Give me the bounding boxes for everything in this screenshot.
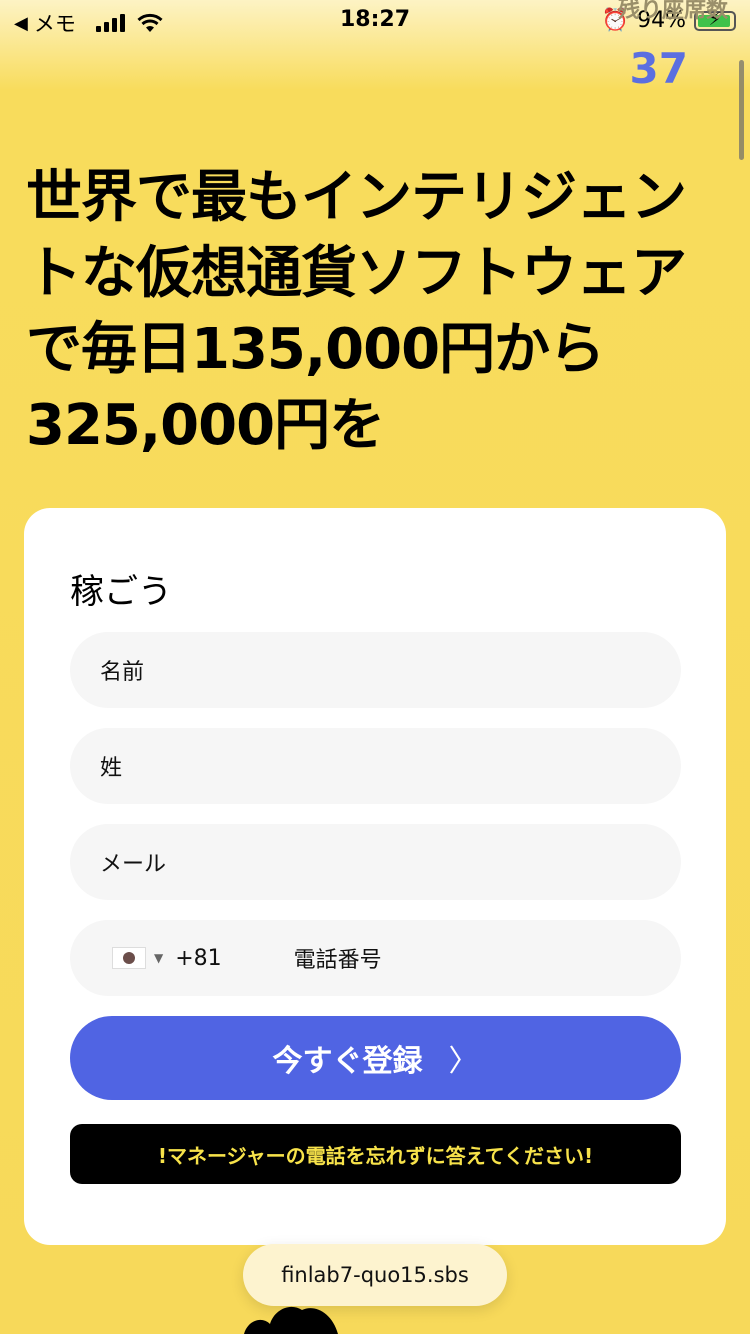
last-name-placeholder: 姓 [100, 756, 123, 781]
remaining-seats-count: 37 [629, 44, 688, 93]
url-text: finlab7-quo15.sbs [281, 1263, 469, 1287]
headline: 世界で最もインテリジェントな仮想通貨ソフトウェアで毎日135,000円から325… [26, 165, 687, 458]
country-dropdown-caret-icon[interactable]: ▼ [154, 951, 163, 965]
register-now-button[interactable]: 今すぐ登録 〉 [70, 1016, 681, 1100]
register-button-label: 今すぐ登録 [272, 1044, 423, 1079]
phone-placeholder: 電話番号 [293, 948, 382, 973]
last-name-input[interactable]: 姓 [70, 728, 681, 804]
remaining-seats-label: 残り座席数 [617, 0, 728, 23]
japan-flag-icon[interactable] [112, 947, 146, 969]
signup-card: 稼ごう 名前 姓 メール ▼ +81 電話番号 今すぐ登録 〉 !マネージャーの… [24, 508, 726, 1245]
chevron-right-icon: 〉 [448, 1044, 479, 1079]
phone-input[interactable]: ▼ +81 電話番号 [70, 920, 681, 996]
decorative-blob-icon [244, 1306, 338, 1334]
form-title: 稼ごう [70, 572, 172, 612]
email-placeholder: メール [100, 852, 167, 877]
manager-call-notice: !マネージャーの電話を忘れずに答えてください! [70, 1124, 681, 1184]
first-name-input[interactable]: 名前 [70, 632, 681, 708]
first-name-placeholder: 名前 [100, 660, 145, 685]
page-scrollbar[interactable] [739, 60, 744, 160]
country-code: +81 [175, 945, 222, 971]
browser-url-bar[interactable]: finlab7-quo15.sbs [243, 1244, 507, 1306]
email-input[interactable]: メール [70, 824, 681, 900]
